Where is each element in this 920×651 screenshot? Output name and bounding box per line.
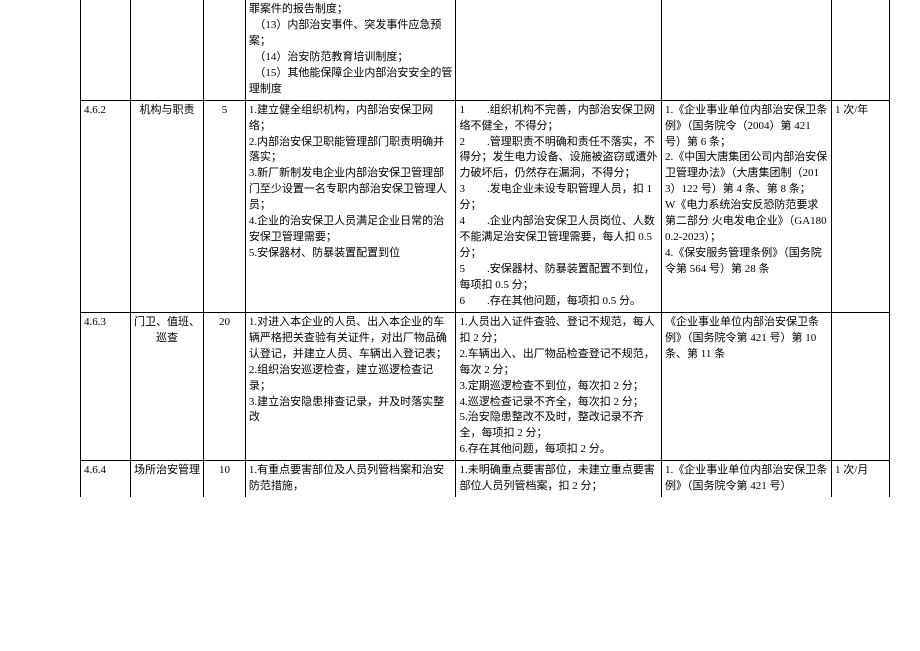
cell-id	[81, 0, 131, 100]
cell-basis	[662, 0, 832, 100]
cell-id: 4.6.4	[81, 461, 131, 497]
cell-name	[130, 0, 203, 100]
cell-freq	[831, 312, 889, 460]
cell-criteria: 1 .组织机构不完善，内部治安保卫网络不健全，不得分； 2 .管理职责不明确和责…	[456, 100, 662, 312]
cell-name: 门卫、值班、巡查	[130, 312, 203, 460]
cell-content: 1.对进入本企业的人员、出入本企业的车辆严格把关查验有关证件，对出厂物品确认登记…	[245, 312, 456, 460]
cell-criteria: 1.人员出入证件查验、登记不规范，每人扣 2 分； 2.车辆出入、出厂物品检查登…	[456, 312, 662, 460]
cell-score: 5	[204, 100, 246, 312]
cell-basis: 《企业事业单位内部治安保卫条例》（国务院令第 421 号）第 10 条、第 11…	[662, 312, 832, 460]
cell-score: 10	[204, 461, 246, 497]
cell-criteria	[456, 0, 662, 100]
cell-freq: 1 次/月	[831, 461, 889, 497]
cell-criteria: 1.未明确重点要害部位，未建立重点要害部位人员列管档案，扣 2 分；	[456, 461, 662, 497]
cell-freq	[831, 0, 889, 100]
cell-content: 1.有重点要害部位及人员列管档案和治安防范措施，	[245, 461, 456, 497]
cell-id: 4.6.3	[81, 312, 131, 460]
cell-name: 机构与职责	[130, 100, 203, 312]
regulation-table: 罪案件的报告制度； （13）内部治安事件、突发事件应急预案； （14）治安防范教…	[80, 0, 890, 497]
cell-name: 场所治安管理	[130, 461, 203, 497]
cell-content: 1.建立健全组织机构，内部治安保卫网络； 2.内部治安保卫职能管理部门职责明确并…	[245, 100, 456, 312]
cell-id: 4.6.2	[81, 100, 131, 312]
cell-content: 罪案件的报告制度； （13）内部治安事件、突发事件应急预案； （14）治安防范教…	[245, 0, 456, 100]
cell-basis: 1.《企业事业单位内部治安保卫条例》（国务院令第 421 号）	[662, 461, 832, 497]
cell-score	[204, 0, 246, 100]
cell-basis: 1.《企业事业单位内部治安保卫条例》（国务院令（2004）第 421 号）第 6…	[662, 100, 832, 312]
cell-score: 20	[204, 312, 246, 460]
cell-freq: 1 次/年	[831, 100, 889, 312]
